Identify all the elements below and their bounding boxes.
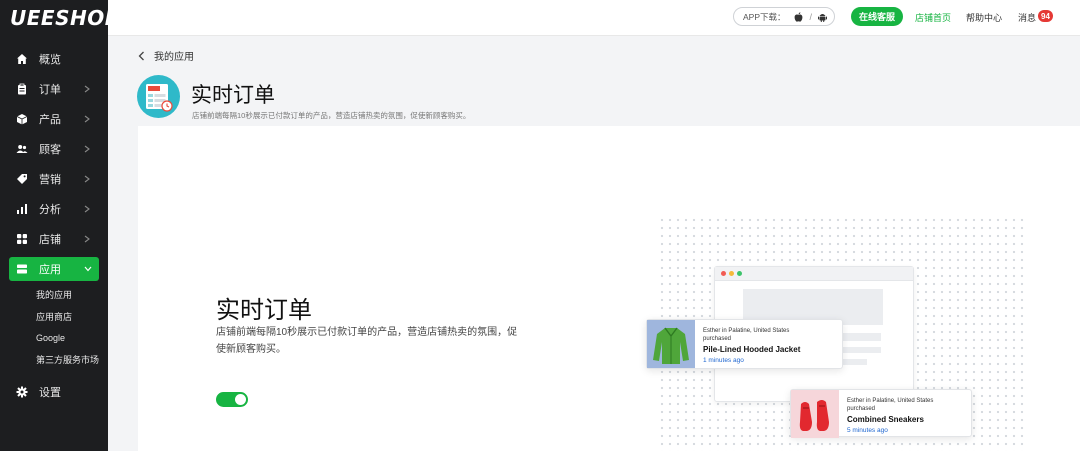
notification-time: 1 minutes ago [703, 357, 744, 364]
app-download-label: APP下载： [743, 11, 786, 22]
apps-subnav: 我的应用 应用商店 Google 第三方服务市场 [0, 284, 108, 370]
chevron-right-icon [82, 114, 92, 124]
subnav-app-store[interactable]: 应用商店 [36, 306, 108, 328]
order-notification-1: Esther in Palatine, United States purcha… [646, 319, 843, 369]
sidebar-item-label: 应用 [39, 264, 61, 276]
notification-product: Combined Sneakers [847, 415, 924, 424]
notification-product: Pile-Lined Hooded Jacket [703, 345, 801, 354]
brand-logo[interactable]: UEESHOP [0, 0, 119, 36]
store-home-link[interactable]: 店铺首页 [915, 11, 951, 24]
sidebar-item-customers[interactable]: 顾客 [0, 134, 108, 164]
feature-title: 实时订单 [216, 297, 312, 324]
sidebar-item-apps[interactable]: 应用 [9, 257, 99, 281]
users-icon [16, 143, 28, 155]
chevron-right-icon [82, 174, 92, 184]
sidebar-item-products[interactable]: 产品 [0, 104, 108, 134]
messages-link[interactable]: 消息 [1018, 11, 1036, 24]
sidebar-item-label: 分析 [39, 204, 61, 216]
green-dot-icon [737, 271, 742, 276]
sidebar-item-label: 概览 [39, 54, 61, 66]
browser-titlebar [715, 267, 913, 281]
sidebar-item-label: 产品 [39, 114, 61, 126]
grid-icon [16, 233, 28, 245]
subnav-third-party-market[interactable]: 第三方服务市场 [36, 349, 108, 371]
app-download-separator: / [809, 11, 813, 22]
chevron-right-icon [82, 234, 92, 244]
sidebar-item-store[interactable]: 店铺 [0, 224, 108, 254]
chevron-left-icon [138, 51, 148, 61]
sidebar-item-analytics[interactable]: 分析 [0, 194, 108, 224]
chevron-right-icon [82, 84, 92, 94]
android-icon[interactable] [818, 12, 828, 22]
bar-chart-icon [16, 203, 28, 215]
chevron-right-icon [82, 204, 92, 214]
jacket-thumbnail [647, 320, 695, 368]
sidebar-item-label: 设置 [39, 387, 61, 399]
apple-icon[interactable] [794, 11, 804, 22]
gear-icon [16, 386, 28, 398]
app-icon [16, 263, 28, 275]
toggle-knob [235, 394, 246, 405]
chevron-down-icon [83, 264, 93, 274]
sidebar-item-label: 订单 [39, 84, 61, 96]
page-description: 店铺前端每隔10秒展示已付款订单的产品，营造店铺热卖的氛围，促使新顾客购买。 [192, 111, 471, 120]
subnav-my-apps[interactable]: 我的应用 [36, 284, 108, 306]
notification-time: 5 minutes ago [847, 427, 888, 434]
realtime-order-app-icon [137, 75, 180, 118]
sidebar-item-overview[interactable]: 概览 [0, 44, 108, 74]
tag-icon [16, 173, 28, 185]
clipboard-icon [16, 83, 28, 95]
placeholder-block [837, 347, 881, 353]
feature-enable-toggle[interactable] [216, 392, 248, 407]
messages-count-badge: 94 [1038, 10, 1053, 22]
app-download-pill: APP下载： / [733, 7, 835, 26]
breadcrumb[interactable]: 我的应用 [138, 48, 194, 63]
order-notification-2: Esther in Palatine, United States purcha… [790, 389, 972, 438]
main-nav: 概览 订单 产品 顾客 营销 分析 店铺 应用 我的应用 应用商店 Google… [0, 44, 108, 370]
help-center-link[interactable]: 帮助中心 [966, 11, 1002, 24]
placeholder-block [837, 333, 881, 341]
sidebar-item-label: 营销 [39, 174, 61, 186]
yellow-dot-icon [729, 271, 734, 276]
chevron-right-icon [82, 144, 92, 154]
top-bar: APP下载： / 在线客服 店铺首页 帮助中心 消息 94 [108, 0, 1080, 36]
feature-card: 实时订单 店铺前端每隔10秒展示已付款订单的产品，营造店铺热卖的氛围，促使新顾客… [138, 126, 1080, 451]
sidebar: UEESHOP 概览 订单 产品 顾客 营销 分析 店铺 应用 我的应用 应用商… [0, 0, 119, 451]
subnav-google[interactable]: Google [36, 327, 108, 349]
sidebar-item-orders[interactable]: 订单 [0, 74, 108, 104]
feature-description: 店铺前端每隔10秒展示已付款订单的产品，营造店铺热卖的氛围，促使新顾客购买。 [216, 327, 518, 355]
online-support-button[interactable]: 在线客服 [851, 7, 903, 26]
box-icon [16, 113, 28, 125]
notification-customer: Esther in Palatine, United States purcha… [703, 328, 790, 342]
page-title: 实时订单 [191, 84, 275, 107]
red-dot-icon [721, 271, 726, 276]
sidebar-item-label: 店铺 [39, 234, 61, 246]
sidebar-item-settings[interactable]: 设置 [0, 377, 108, 407]
sidebar-item-label: 顾客 [39, 144, 61, 156]
home-icon [16, 53, 28, 65]
sidebar-item-marketing[interactable]: 营销 [0, 164, 108, 194]
breadcrumb-label: 我的应用 [154, 52, 194, 63]
sneakers-thumbnail [791, 390, 839, 438]
notification-customer: Esther in Palatine, United States purcha… [847, 398, 934, 412]
